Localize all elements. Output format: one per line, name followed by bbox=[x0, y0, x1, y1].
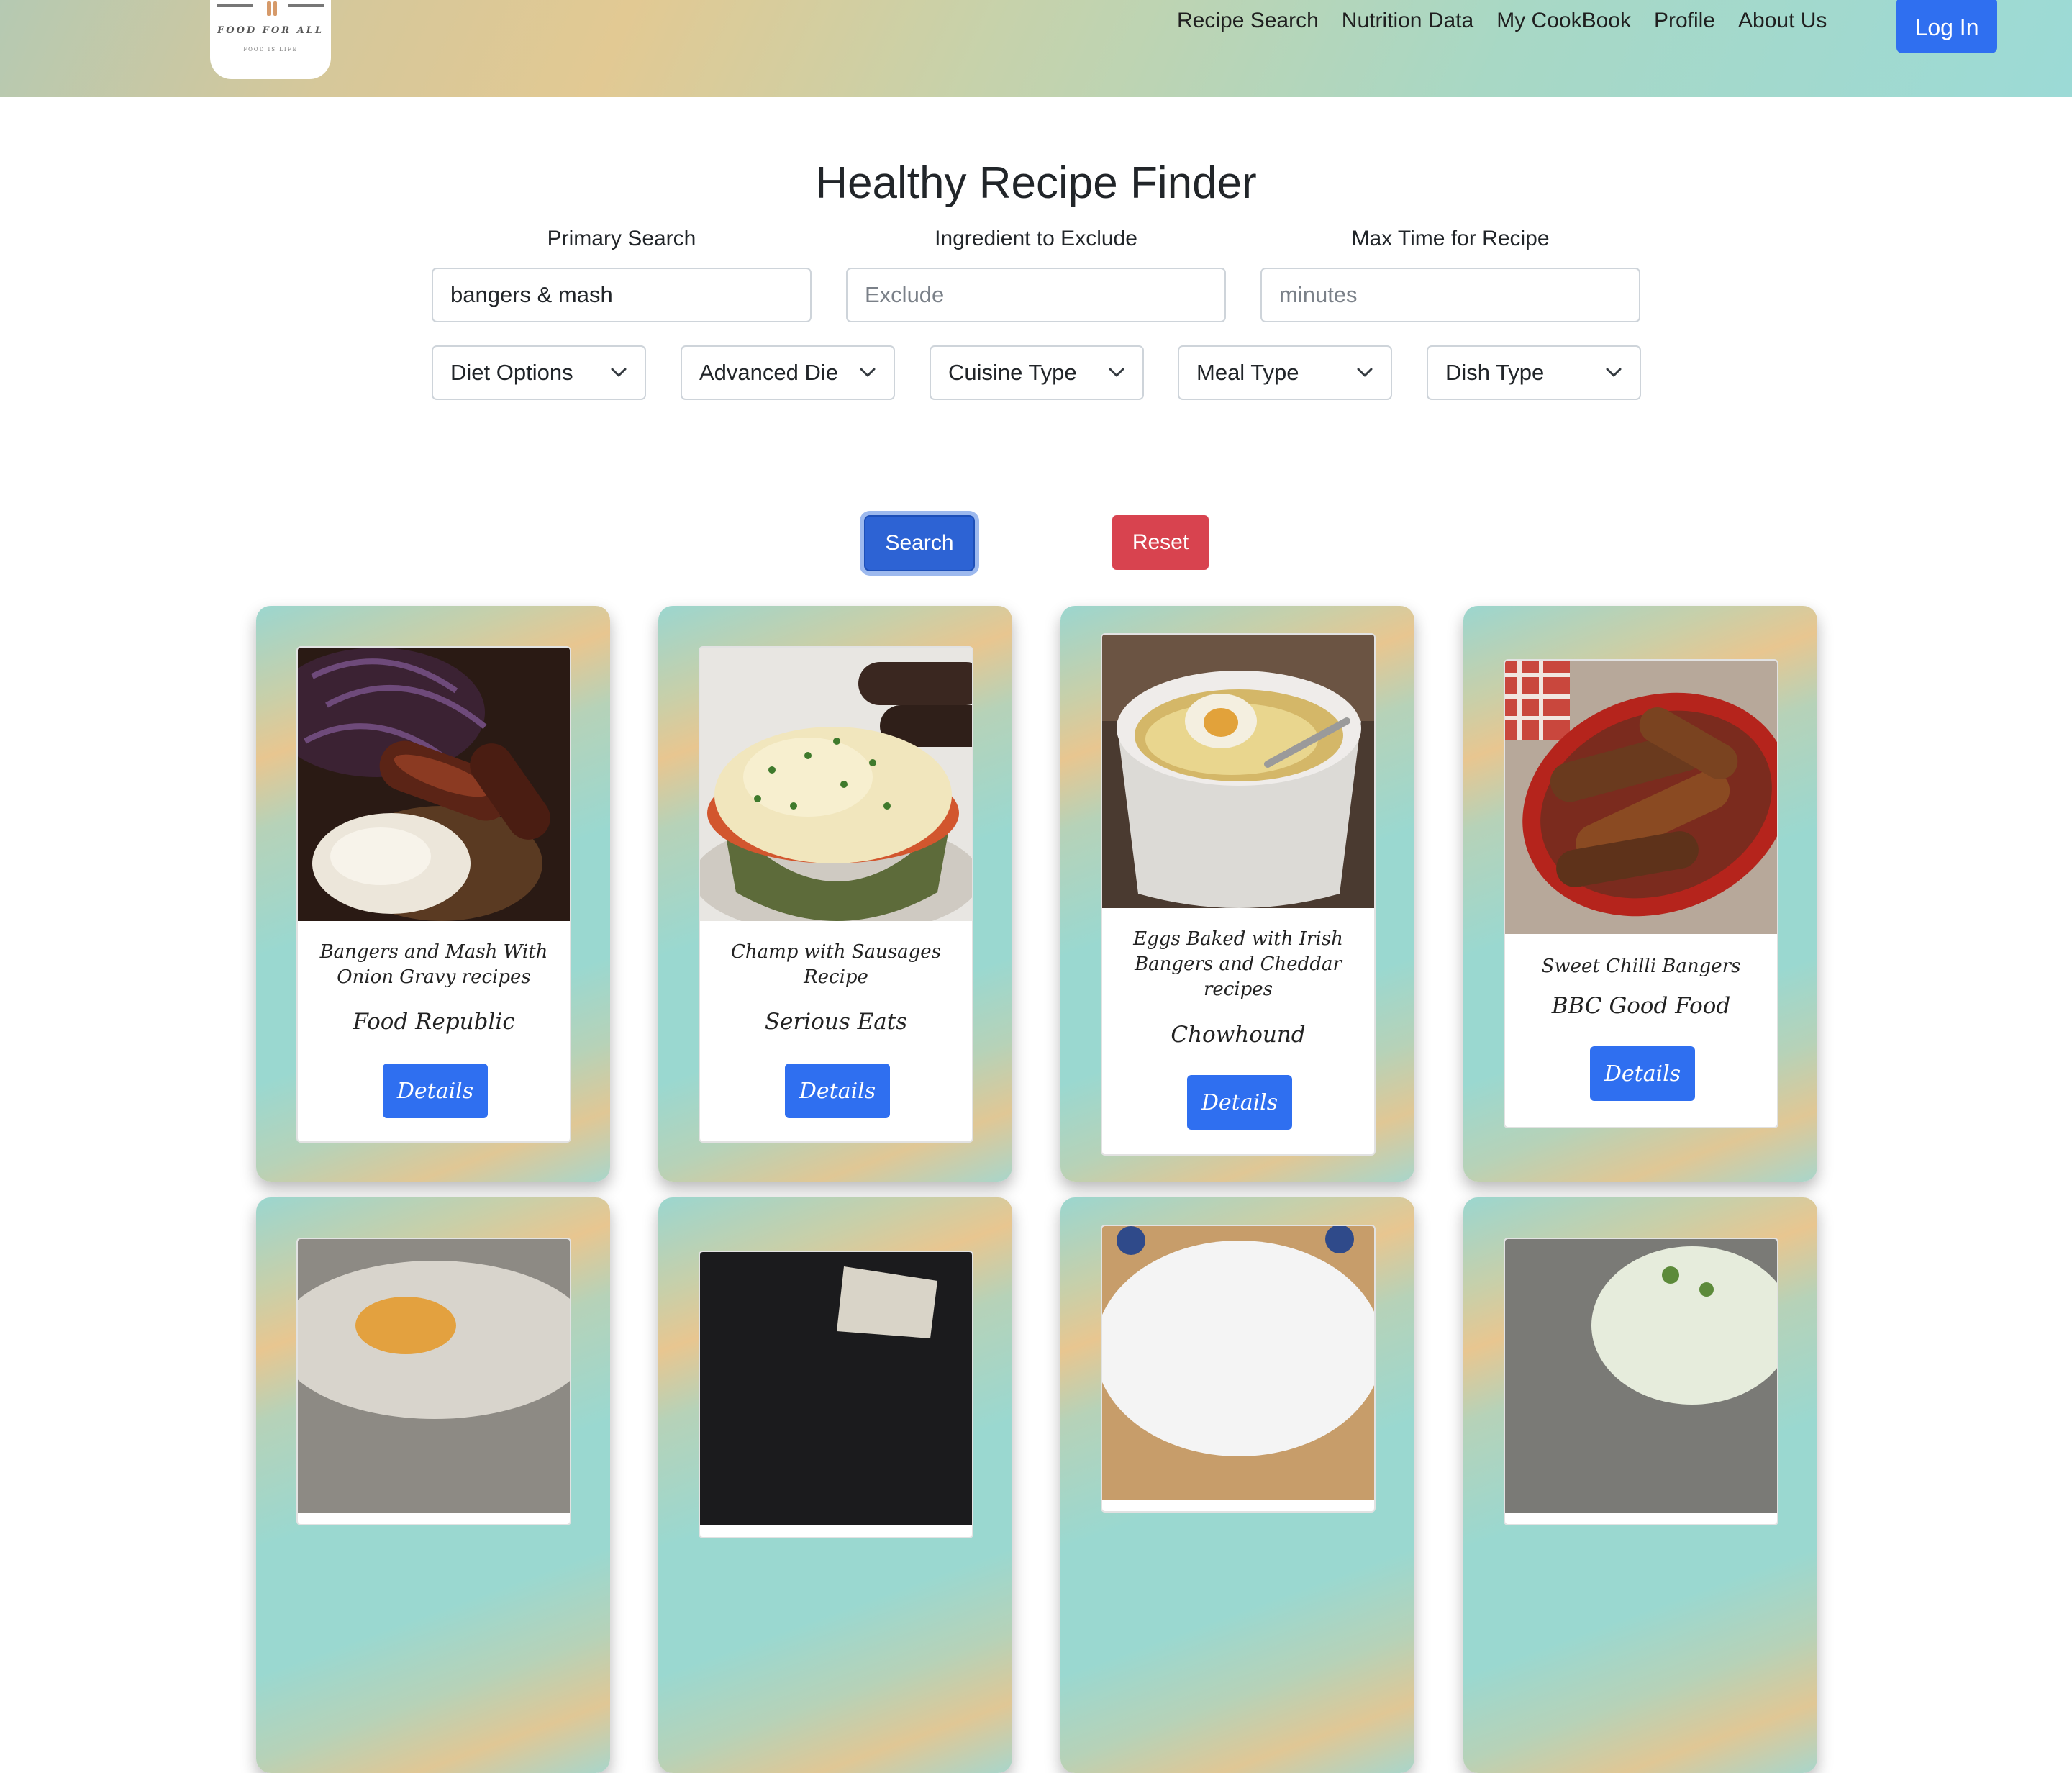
advanced-diet-label: Advanced Die bbox=[699, 360, 839, 385]
meal-type-select[interactable]: Meal Type bbox=[1178, 345, 1392, 400]
max-time-input[interactable] bbox=[1260, 268, 1640, 322]
search-button[interactable]: Search bbox=[864, 515, 975, 571]
site-logo[interactable]: FOOD FOR ALL FOOD IS LIFE bbox=[210, 0, 331, 79]
nav-link-profile[interactable]: Profile bbox=[1654, 6, 1715, 35]
exclude-input[interactable] bbox=[846, 268, 1226, 322]
navbar: FOOD FOR ALL FOOD IS LIFE Recipe Search … bbox=[0, 0, 2072, 97]
recipe-card-body bbox=[1504, 1238, 1778, 1525]
dish-type-label: Dish Type bbox=[1445, 360, 1545, 385]
reset-button[interactable]: Reset bbox=[1112, 515, 1209, 570]
recipe-image[interactable] bbox=[700, 1252, 972, 1525]
diet-options-select[interactable]: Diet Options bbox=[432, 345, 646, 400]
nav-link-about-us[interactable]: About Us bbox=[1738, 6, 1827, 35]
primary-search-input[interactable] bbox=[432, 268, 812, 322]
nav-link-nutrition-data[interactable]: Nutrition Data bbox=[1342, 6, 1473, 35]
details-button[interactable]: Details bbox=[1590, 1046, 1695, 1101]
page-title: Healthy Recipe Finder bbox=[815, 158, 1257, 208]
recipe-card-body: Bangers and Mash With Onion Gravy recipe… bbox=[296, 646, 571, 1143]
recipe-source: Serious Eats bbox=[764, 1009, 908, 1035]
nav-link-recipe-search[interactable]: Recipe Search bbox=[1177, 6, 1319, 35]
meal-type-label: Meal Type bbox=[1196, 360, 1299, 385]
chevron-down-icon bbox=[611, 368, 627, 377]
recipe-card: Eggs Baked with Irish Bangers and Chedda… bbox=[1060, 606, 1414, 1182]
logo-title: FOOD FOR ALL bbox=[217, 25, 324, 36]
chevron-down-icon bbox=[1357, 368, 1373, 377]
recipe-card-body: Sweet Chilli Bangers BBC Good Food Detai… bbox=[1504, 659, 1778, 1128]
cuisine-type-select[interactable]: Cuisine Type bbox=[930, 345, 1144, 400]
recipe-source: BBC Good Food bbox=[1551, 993, 1731, 1019]
recipe-title: Champ with Sausages Recipe bbox=[730, 941, 941, 988]
recipe-title: Bangers and Mash With Onion Gravy recipe… bbox=[319, 941, 548, 988]
nav-link-my-cookbook[interactable]: My CookBook bbox=[1496, 6, 1631, 35]
recipe-source: Food Republic bbox=[353, 1009, 515, 1035]
diet-options-label: Diet Options bbox=[450, 360, 573, 385]
exclude-label: Ingredient to Exclude bbox=[935, 227, 1137, 250]
details-button[interactable]: Details bbox=[1187, 1075, 1292, 1130]
recipe-image[interactable] bbox=[1102, 1226, 1374, 1500]
recipe-card-body bbox=[699, 1251, 973, 1538]
recipe-image[interactable] bbox=[298, 1239, 570, 1513]
cuisine-type-label: Cuisine Type bbox=[948, 360, 1077, 385]
recipe-image[interactable] bbox=[700, 648, 972, 921]
recipe-card-body: Eggs Baked with Irish Bangers and Chedda… bbox=[1101, 633, 1376, 1156]
login-button[interactable]: Log In bbox=[1896, 0, 1997, 53]
logo-subtitle: FOOD IS LIFE bbox=[243, 47, 298, 53]
primary-search-label: Primary Search bbox=[547, 227, 696, 250]
dish-type-select[interactable]: Dish Type bbox=[1427, 345, 1641, 400]
details-button[interactable]: Details bbox=[383, 1064, 488, 1118]
recipe-card bbox=[1463, 1197, 1817, 1773]
max-time-label: Max Time for Recipe bbox=[1351, 227, 1550, 250]
recipe-title: Sweet Chilli Bangers bbox=[1541, 956, 1741, 977]
chevron-down-icon bbox=[860, 368, 876, 377]
recipe-source: Chowhound bbox=[1171, 1022, 1306, 1048]
chevron-down-icon bbox=[1109, 368, 1124, 377]
recipe-card: Champ with Sausages Recipe Serious Eats … bbox=[658, 606, 1012, 1182]
recipe-card bbox=[256, 1197, 610, 1773]
recipe-card-body bbox=[296, 1238, 571, 1525]
recipe-card bbox=[1060, 1197, 1414, 1773]
recipe-image[interactable] bbox=[1505, 661, 1777, 934]
nav-links: Recipe Search Nutrition Data My CookBook… bbox=[1177, 6, 1827, 35]
recipe-card bbox=[658, 1197, 1012, 1773]
recipe-card-body bbox=[1101, 1225, 1376, 1513]
recipe-image[interactable] bbox=[1505, 1239, 1777, 1513]
recipe-card-body: Champ with Sausages Recipe Serious Eats … bbox=[699, 646, 973, 1143]
advanced-diet-select[interactable]: Advanced Die bbox=[681, 345, 895, 400]
recipe-title: Eggs Baked with Irish Bangers and Chedda… bbox=[1133, 928, 1343, 1000]
logo-fork-knife-icon bbox=[217, 1, 324, 16]
recipe-card: Bangers and Mash With Onion Gravy recipe… bbox=[256, 606, 610, 1182]
recipe-card: Sweet Chilli Bangers BBC Good Food Detai… bbox=[1463, 606, 1817, 1182]
details-button[interactable]: Details bbox=[785, 1064, 890, 1118]
recipe-image[interactable] bbox=[1102, 635, 1374, 908]
chevron-down-icon bbox=[1606, 368, 1622, 377]
recipe-image[interactable] bbox=[298, 648, 570, 921]
